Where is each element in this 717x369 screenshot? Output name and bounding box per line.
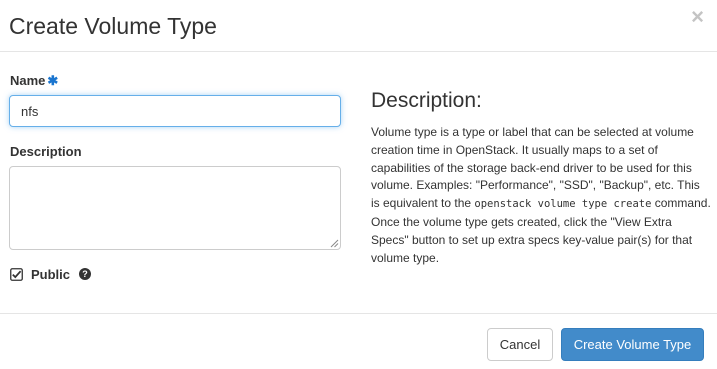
help-command-code: openstack volume type create (474, 198, 652, 211)
create-volume-type-button[interactable]: Create Volume Type (561, 328, 704, 361)
name-label: Name ✱ (10, 73, 58, 89)
public-checkbox-row[interactable]: Public ? (10, 266, 92, 282)
dialog-title: Create Volume Type (9, 13, 217, 39)
name-label-text: Name (10, 73, 46, 88)
description-textarea[interactable] (9, 166, 341, 250)
close-icon[interactable]: × (691, 6, 704, 28)
help-heading: Description: (371, 89, 482, 112)
cancel-button[interactable]: Cancel (487, 328, 553, 361)
required-asterisk-icon: ✱ (47, 73, 59, 88)
description-label: Description (10, 144, 82, 159)
modal-header: Create Volume Type × (0, 0, 717, 52)
textarea-resize-handle-icon[interactable] (330, 239, 339, 248)
checkbox-checked-icon[interactable] (10, 267, 23, 281)
name-input[interactable] (9, 95, 341, 127)
public-label: Public (31, 266, 71, 282)
help-text: Volume type is a type or label that can … (371, 124, 711, 267)
question-circle-icon[interactable]: ? (79, 268, 92, 280)
